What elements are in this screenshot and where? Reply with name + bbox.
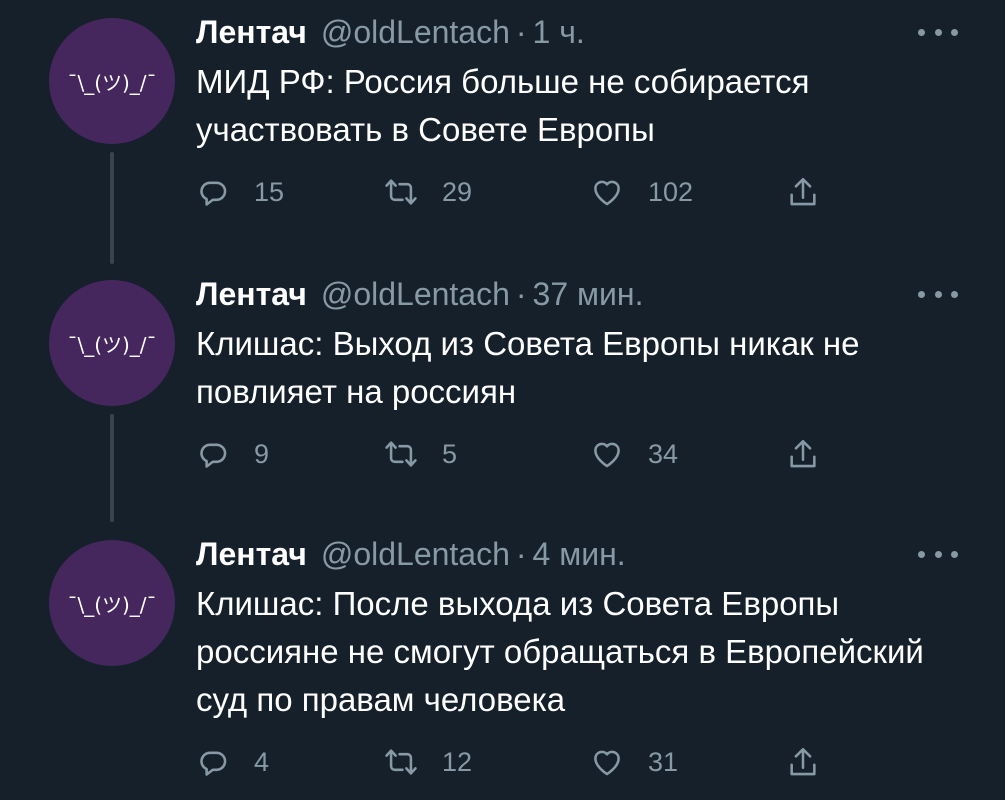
heart-icon <box>594 180 620 206</box>
tweet-header: Лентач @oldLentach · 4 мин. <box>196 532 626 576</box>
reply-icon <box>200 751 227 776</box>
author-name[interactable]: Лентач <box>196 536 307 573</box>
like-button[interactable]: 34 <box>590 434 678 474</box>
more-options-icon[interactable] <box>918 282 958 306</box>
reply-button[interactable]: 15 <box>196 172 284 212</box>
reply-icon <box>200 181 227 206</box>
author-handle[interactable]: @oldLentach <box>321 14 510 51</box>
share-icon <box>790 177 816 206</box>
share-button[interactable] <box>786 742 820 782</box>
timestamp[interactable]: 4 мин. <box>533 536 626 573</box>
reply-count: 4 <box>254 746 270 777</box>
reply-count: 9 <box>254 438 270 469</box>
tweet-actions: 15 29 102 <box>196 172 856 212</box>
reply-icon <box>200 443 227 468</box>
avatar[interactable]: ¯\_(ツ)_/¯ <box>49 280 175 406</box>
avatar-text: ¯\_(ツ)_/¯ <box>67 332 157 357</box>
dot-separator: · <box>515 13 527 50</box>
share-icon <box>790 439 816 468</box>
author-name[interactable]: Лентач <box>196 276 307 313</box>
avatar[interactable]: ¯\_(ツ)_/¯ <box>49 540 175 666</box>
tweet-text: Клишас: После выхода из Совета Европы ро… <box>196 585 924 718</box>
retweet-icon <box>385 179 417 205</box>
dot-separator: · <box>515 275 527 312</box>
like-count: 102 <box>648 176 694 207</box>
author-name[interactable]: Лентач <box>196 14 307 51</box>
like-button[interactable]: 102 <box>590 172 693 212</box>
reply-count: 15 <box>254 176 285 207</box>
avatar-text: ¯\_(ツ)_/¯ <box>67 592 157 617</box>
author-handle[interactable]: @oldLentach <box>321 536 510 573</box>
share-icon <box>790 747 816 776</box>
reply-button[interactable]: 4 <box>196 742 269 782</box>
retweet-button[interactable]: 12 <box>384 742 472 782</box>
avatar-text: ¯\_(ツ)_/¯ <box>67 70 157 95</box>
share-button[interactable] <box>786 172 820 212</box>
tweet-actions: 9 5 34 <box>196 434 856 474</box>
retweet-button[interactable]: 29 <box>384 172 472 212</box>
like-count: 34 <box>648 438 679 469</box>
tweet-header: Лентач @oldLentach · 1 ч. <box>196 10 585 54</box>
heart-icon <box>594 442 620 468</box>
more-options-icon[interactable] <box>918 542 958 566</box>
thread-connector-line <box>110 414 114 522</box>
timestamp[interactable]: 37 мин. <box>533 276 644 313</box>
dot-separator: · <box>515 535 527 572</box>
retweet-icon <box>385 749 417 775</box>
reply-button[interactable]: 9 <box>196 434 269 474</box>
timestamp[interactable]: 1 ч. <box>533 14 585 51</box>
tweet-text: МИД РФ: Россия больше не собирается учас… <box>196 63 810 148</box>
like-count: 31 <box>648 746 679 777</box>
avatar[interactable]: ¯\_(ツ)_/¯ <box>49 18 175 144</box>
heart-icon <box>594 750 620 776</box>
retweet-count: 12 <box>442 746 473 777</box>
author-handle[interactable]: @oldLentach <box>321 276 510 313</box>
tweet-actions: 4 12 31 <box>196 742 856 782</box>
retweet-count: 5 <box>442 438 458 469</box>
retweet-button[interactable]: 5 <box>384 434 457 474</box>
tweet-text: Клишас: Выход из Совета Европы никак не … <box>196 325 860 410</box>
share-button[interactable] <box>786 434 820 474</box>
tweet-header: Лентач @oldLentach · 37 мин. <box>196 272 643 316</box>
retweet-icon <box>385 441 417 467</box>
more-options-icon[interactable] <box>918 20 958 44</box>
retweet-count: 29 <box>442 176 473 207</box>
thread-connector-line <box>110 152 114 264</box>
like-button[interactable]: 31 <box>590 742 678 782</box>
